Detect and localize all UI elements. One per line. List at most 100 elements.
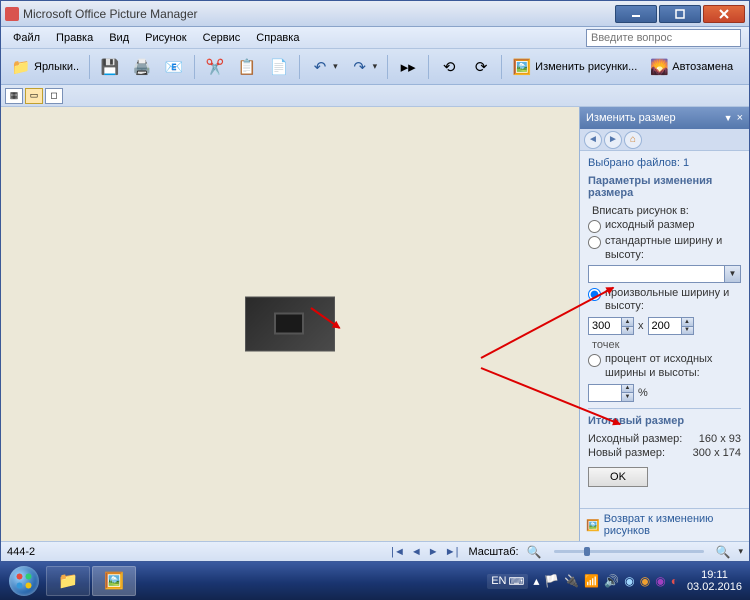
tray-show-hidden[interactable]: ▴ xyxy=(533,574,539,588)
start-button[interactable] xyxy=(4,564,44,598)
menu-help[interactable]: Справка xyxy=(248,30,307,46)
redo-button[interactable]: ↷▾ xyxy=(346,55,382,79)
app-title: Microsoft Office Picture Manager xyxy=(23,7,615,21)
tray-volume-icon[interactable]: 🔊 xyxy=(604,574,619,588)
image-canvas xyxy=(1,107,579,541)
mail-icon: 📧 xyxy=(164,57,184,77)
tray-app4-icon[interactable]: ◐ xyxy=(671,574,678,588)
down-icon[interactable]: ▼ xyxy=(621,327,633,335)
rotate-left-button[interactable]: ⟲ xyxy=(435,55,463,79)
radio-standard[interactable] xyxy=(588,236,601,249)
radio-percent-label[interactable]: процент от исходных ширины и высоты: xyxy=(605,353,741,381)
menu-view[interactable]: Вид xyxy=(101,30,137,46)
print-button[interactable]: 🖨️ xyxy=(128,55,156,79)
zoom-in-icon[interactable]: 🔍 xyxy=(716,545,731,559)
menu-file[interactable]: Файл xyxy=(5,30,48,46)
minimize-button[interactable] xyxy=(615,5,657,23)
statusbar: 444-2 |◄ ◄ ► ►| Масштаб: 🔍 🔍 ▾ xyxy=(1,541,749,561)
task-picturemanager[interactable]: 🖼️ xyxy=(92,566,136,596)
zoom-slider[interactable] xyxy=(554,550,704,553)
radio-custom-label[interactable]: произвольные ширину и высоту: xyxy=(605,287,741,315)
next-button[interactable]: ► xyxy=(426,546,441,558)
view-thumbnails[interactable]: ▦ xyxy=(5,88,23,104)
paste-button[interactable]: 📄 xyxy=(265,55,293,79)
up-icon[interactable]: ▲ xyxy=(621,318,633,327)
nav-arrows: |◄ ◄ ► ►| xyxy=(389,546,460,558)
help-search-input[interactable] xyxy=(586,29,741,47)
rotate-left-icon: ⟲ xyxy=(439,57,459,77)
standard-size-combo[interactable]: ▼ xyxy=(588,265,741,283)
back-to-edit-link[interactable]: 🖼️ Возврат к изменению рисунков xyxy=(586,513,743,537)
width-spinbox[interactable]: ▲▼ xyxy=(588,317,634,335)
percent-spinbox[interactable]: ▲▼ xyxy=(588,384,634,402)
titlebar: Microsoft Office Picture Manager xyxy=(1,1,749,27)
radio-original[interactable] xyxy=(588,220,601,233)
shortcuts-button[interactable]: 📁 Ярлыки.. xyxy=(7,55,83,79)
view-single[interactable]: ◻ xyxy=(45,88,63,104)
tray-app1-icon[interactable]: ◉ xyxy=(624,574,634,588)
expand-button[interactable]: ▸▸ xyxy=(394,55,422,79)
original-size-label: Исходный размер: xyxy=(588,433,682,445)
ok-button[interactable]: OK xyxy=(588,467,648,487)
save-icon: 💾 xyxy=(100,57,120,77)
app-icon xyxy=(5,7,19,21)
view-tabs: ▦ ▭ ◻ xyxy=(1,85,749,107)
height-input[interactable] xyxy=(649,318,681,334)
language-indicator[interactable]: EN⌨ xyxy=(487,574,528,589)
height-spinbox[interactable]: ▲▼ xyxy=(648,317,694,335)
prev-button[interactable]: ◄ xyxy=(409,546,424,558)
cut-button[interactable]: ✂️ xyxy=(201,55,229,79)
nav-fwd-button[interactable]: ► xyxy=(604,131,622,149)
zoom-out-icon[interactable]: 🔍 xyxy=(527,545,542,559)
image-preview[interactable] xyxy=(245,297,335,352)
panel-close-icon[interactable]: × xyxy=(737,112,743,124)
undo-button[interactable]: ↶▾ xyxy=(306,55,342,79)
close-button[interactable] xyxy=(703,5,745,23)
tray-flag-icon[interactable]: 🏳️ xyxy=(544,574,559,588)
chevron-down-icon[interactable]: ▼ xyxy=(724,266,740,282)
percent-input[interactable] xyxy=(589,385,621,401)
chevron-right-icon: ▸▸ xyxy=(398,57,418,77)
nav-back-button[interactable]: ◄ xyxy=(584,131,602,149)
edit-pictures-button[interactable]: 🖼️ Изменить рисунки... xyxy=(508,55,641,79)
copy-button[interactable]: 📋 xyxy=(233,55,261,79)
width-input[interactable] xyxy=(589,318,621,334)
first-button[interactable]: |◄ xyxy=(389,546,407,558)
save-button[interactable]: 💾 xyxy=(96,55,124,79)
up-icon[interactable]: ▲ xyxy=(681,318,693,327)
redo-icon: ↷ xyxy=(350,57,370,77)
maximize-button[interactable] xyxy=(659,5,701,23)
view-filmstrip[interactable]: ▭ xyxy=(25,88,43,104)
menubar: Файл Правка Вид Рисунок Сервис Справка xyxy=(1,27,749,49)
task-explorer[interactable]: 📁 xyxy=(46,566,90,596)
paste-icon: 📄 xyxy=(269,57,289,77)
cut-icon: ✂️ xyxy=(205,57,225,77)
rotate-right-button[interactable]: ⟳ xyxy=(467,55,495,79)
clock[interactable]: 19:11 03.02.2016 xyxy=(687,569,742,593)
panel-menu-icon[interactable]: ▼ xyxy=(724,113,733,123)
tray-power-icon[interactable]: 🔌 xyxy=(564,574,579,588)
zoom-label: Масштаб: xyxy=(468,546,518,558)
chevron-down-icon[interactable]: ▾ xyxy=(738,546,743,557)
autoreplace-button[interactable]: 🌄 Автозамена xyxy=(645,55,737,79)
mail-button[interactable]: 📧 xyxy=(160,55,188,79)
down-icon[interactable]: ▼ xyxy=(681,327,693,335)
down-icon[interactable]: ▼ xyxy=(621,393,633,401)
radio-percent[interactable] xyxy=(588,354,601,367)
percent-sign: % xyxy=(638,387,648,399)
last-button[interactable]: ►| xyxy=(443,546,461,558)
menu-tools[interactable]: Сервис xyxy=(195,30,249,46)
tray-network-icon[interactable]: 📶 xyxy=(584,574,599,588)
nav-home-button[interactable]: ⌂ xyxy=(624,131,642,149)
tray-app3-icon[interactable]: ◉ xyxy=(655,574,665,588)
filename-label: 444-2 xyxy=(7,546,35,558)
menu-picture[interactable]: Рисунок xyxy=(137,30,195,46)
back-icon: 🖼️ xyxy=(586,519,600,532)
radio-standard-label[interactable]: стандартные ширину и высоту: xyxy=(605,235,741,263)
taskbar: 📁 🖼️ EN⌨ ▴ 🏳️ 🔌 📶 🔊 ◉ ◉ ◉ ◐ 19:11 03.02.… xyxy=(0,562,750,600)
up-icon[interactable]: ▲ xyxy=(621,385,633,394)
menu-edit[interactable]: Правка xyxy=(48,30,101,46)
help-search[interactable] xyxy=(586,29,741,47)
tray-app2-icon[interactable]: ◉ xyxy=(640,574,650,588)
radio-original-label[interactable]: исходный размер xyxy=(605,219,741,233)
